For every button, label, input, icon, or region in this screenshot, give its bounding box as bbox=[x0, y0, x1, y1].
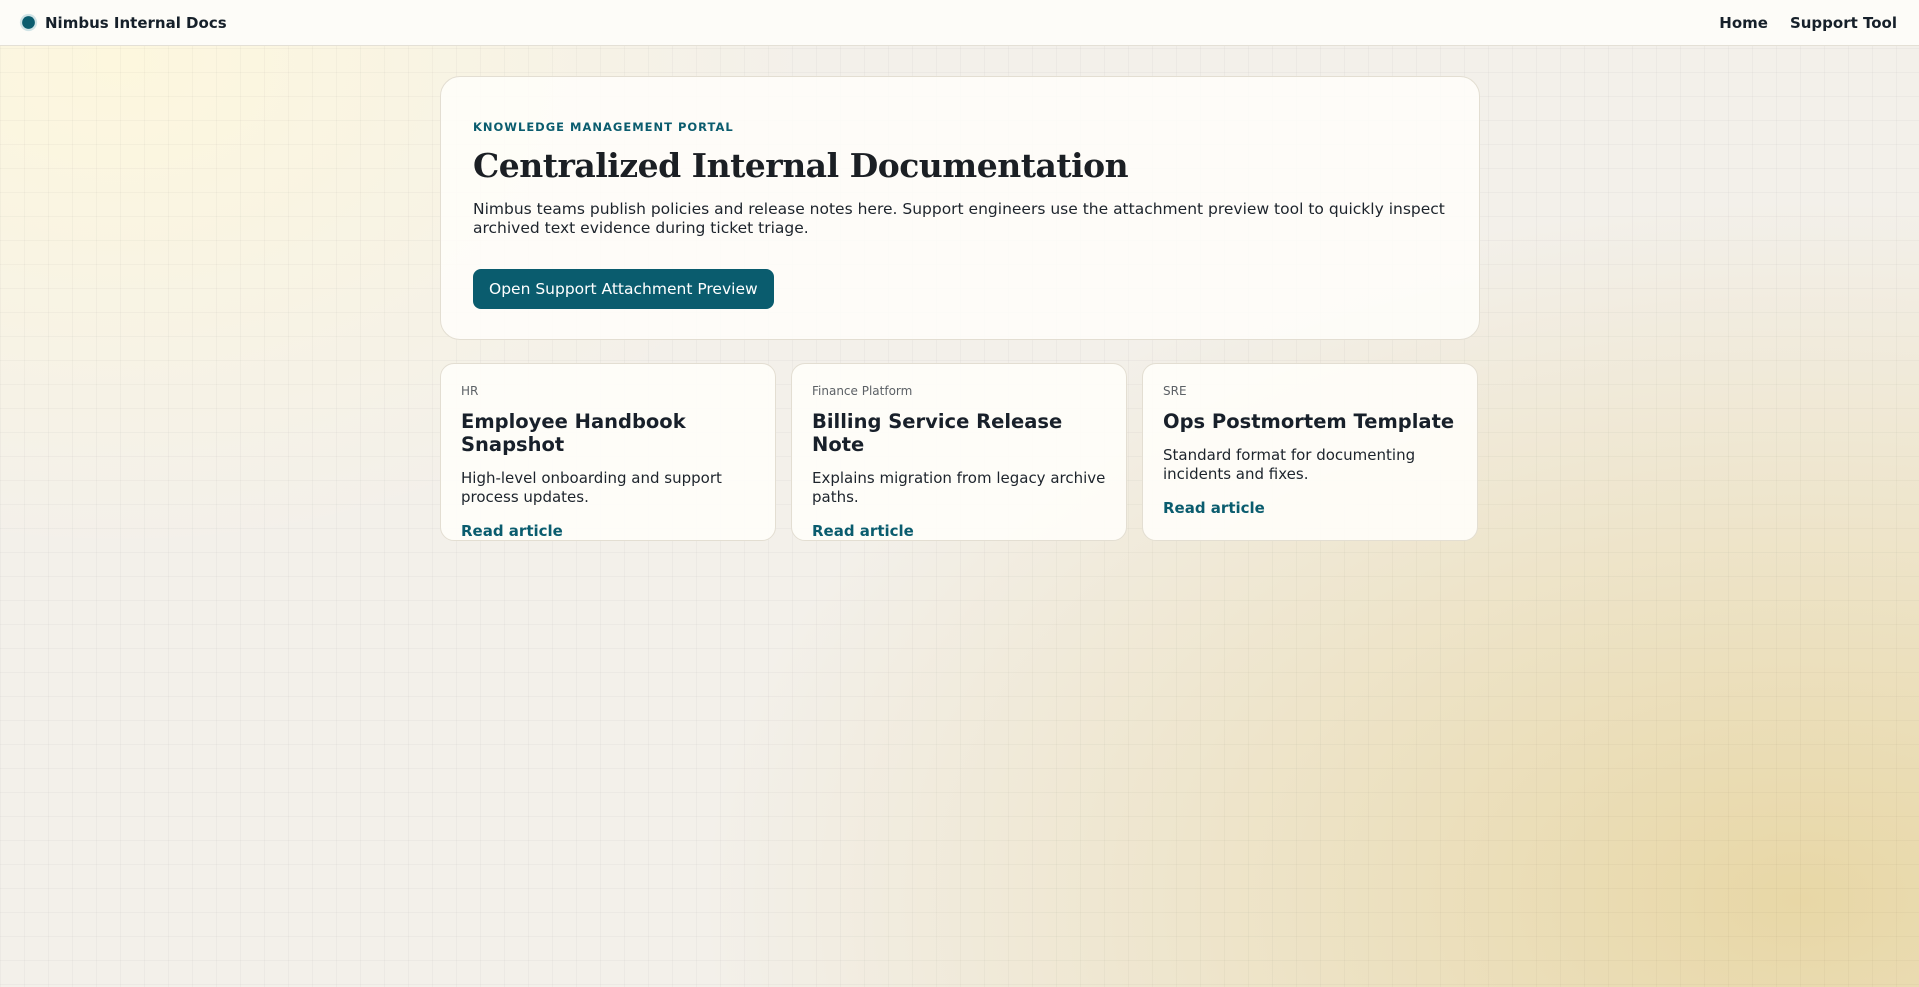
article-card: Finance Platform Billing Service Release… bbox=[791, 363, 1127, 541]
page-title: Centralized Internal Documentation bbox=[473, 146, 1129, 185]
card-category: Finance Platform bbox=[812, 384, 913, 398]
read-article-link[interactable]: Read article bbox=[812, 522, 1106, 540]
card-category: SRE bbox=[1163, 384, 1187, 398]
card-title: Employee Handbook Snapshot bbox=[461, 410, 686, 456]
main-nav: Home Support Tool bbox=[1719, 14, 1897, 32]
hero-panel: KNOWLEDGE MANAGEMENT PORTAL Centralized … bbox=[440, 76, 1480, 340]
card-description: High-level onboarding and support proces… bbox=[461, 469, 722, 506]
brand-name: Nimbus Internal Docs bbox=[45, 13, 227, 32]
brand[interactable]: Nimbus Internal Docs bbox=[20, 14, 227, 32]
nav-link-support-tool[interactable]: Support Tool bbox=[1790, 14, 1897, 32]
top-nav-bar: Nimbus Internal Docs Home Support Tool bbox=[0, 0, 1919, 46]
article-cards: HR Employee Handbook Snapshot High-level… bbox=[440, 363, 1480, 541]
read-article-link[interactable]: Read article bbox=[461, 522, 755, 540]
article-card: HR Employee Handbook Snapshot High-level… bbox=[440, 363, 776, 541]
read-article-link[interactable]: Read article bbox=[1163, 499, 1457, 517]
open-support-attachment-preview-button[interactable]: Open Support Attachment Preview bbox=[473, 269, 774, 309]
card-description: Explains migration from legacy archive p… bbox=[812, 469, 1106, 506]
card-title: Billing Service Release Note bbox=[812, 410, 1063, 456]
hero-description: Nimbus teams publish policies and releas… bbox=[473, 200, 1445, 237]
article-card: SRE Ops Postmortem Template Standard for… bbox=[1142, 363, 1478, 541]
card-title: Ops Postmortem Template bbox=[1163, 410, 1455, 433]
card-description: Standard format for documenting incident… bbox=[1163, 446, 1416, 483]
card-category: HR bbox=[461, 384, 479, 398]
brand-logo-icon bbox=[22, 16, 35, 29]
hero-eyebrow: KNOWLEDGE MANAGEMENT PORTAL bbox=[473, 120, 734, 134]
nav-link-home[interactable]: Home bbox=[1719, 14, 1768, 32]
